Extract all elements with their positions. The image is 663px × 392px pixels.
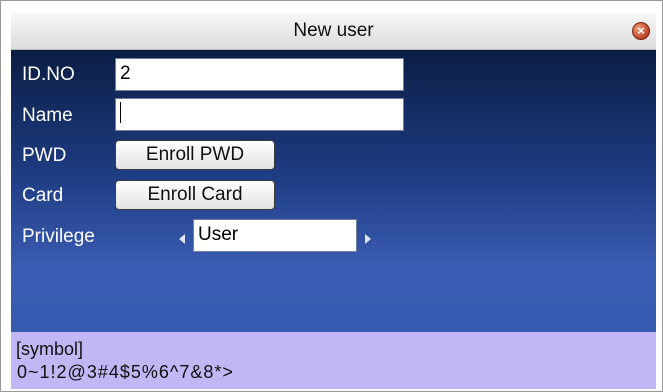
symbol-candidates[interactable]: 0~1!2@3#4$5%6^7&8*> [17, 361, 234, 383]
privilege-label: Privilege [22, 226, 95, 247]
pwd-label: PWD [22, 145, 67, 166]
dialog-title: New user [293, 20, 374, 41]
form-panel: ID.NO 2 Name PWD Enroll PWD Card Enroll … [11, 50, 656, 332]
privilege-prev-arrow-icon[interactable] [179, 234, 185, 244]
symbol-bar-label: [symbol] [16, 339, 84, 359]
card-label: Card [22, 185, 64, 206]
close-icon[interactable]: × [632, 22, 650, 40]
dialog-frame: New user × ID.NO 2 Name PWD Enroll PWD C… [0, 0, 663, 392]
enroll-card-button[interactable]: Enroll Card [115, 180, 275, 210]
name-input[interactable] [115, 98, 404, 131]
id-no-input[interactable]: 2 [115, 58, 404, 91]
enroll-pwd-button[interactable]: Enroll PWD [115, 140, 275, 170]
id-no-label: ID.NO [22, 64, 75, 85]
privilege-value: User [198, 224, 239, 245]
text-cursor [120, 101, 121, 123]
close-glyph: × [637, 23, 645, 38]
privilege-next-arrow-icon[interactable] [365, 234, 371, 244]
title-bar: New user × [11, 13, 656, 50]
id-no-value: 2 [120, 63, 131, 84]
symbol-input-bar: [symbol] 0~1!2@3#4$5%6^7&8*> [11, 332, 656, 389]
privilege-select[interactable]: User [193, 219, 357, 252]
name-label: Name [22, 105, 73, 126]
